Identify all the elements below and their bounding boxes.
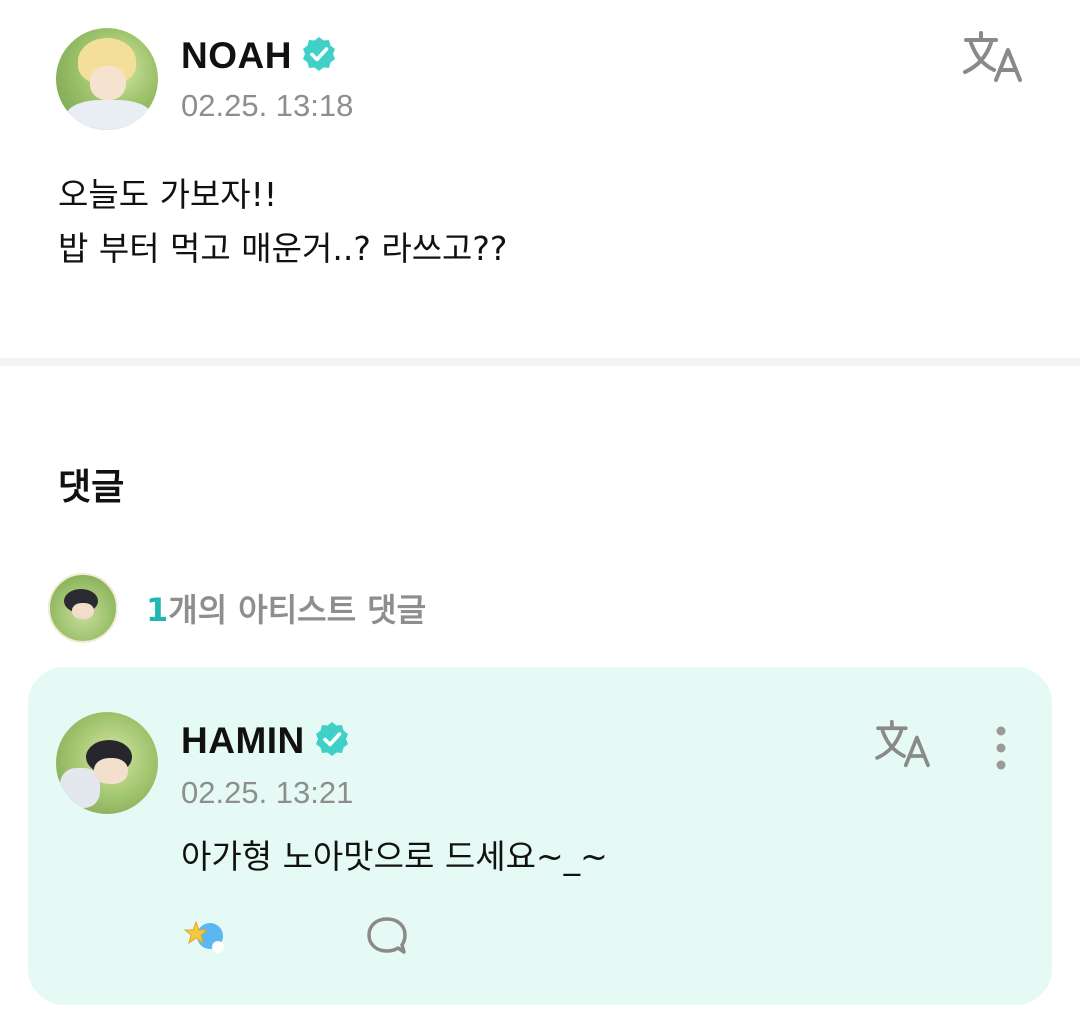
artist-comment-label: 개의 아티스트 댓글 — [168, 591, 427, 629]
avatar-face — [72, 603, 94, 619]
artist-mini-avatar — [48, 573, 118, 643]
avatar-shirt — [66, 100, 152, 130]
post-body: 오늘도 가보자!! 밥 부터 먹고 매운거..? 라쓰고?? — [58, 168, 507, 276]
more-vertical-icon[interactable] — [986, 723, 1016, 773]
avatar-face — [90, 66, 126, 100]
artist-comment-summary-text: 1개의 아티스트 댓글 — [146, 585, 426, 631]
post-body-line: 오늘도 가보자!! — [58, 175, 278, 214]
verified-badge-icon — [313, 720, 351, 762]
artist-comment-summary[interactable]: 1개의 아티스트 댓글 — [48, 572, 426, 644]
post-author-name[interactable]: NOAH — [181, 35, 292, 77]
comment-author-name[interactable]: HAMIN — [181, 720, 305, 762]
post: NOAH 02.25. 13:18 오늘도 가보자!! 밥 부터 먹고 매운거.… — [0, 0, 1080, 358]
noah-avatar[interactable] — [56, 28, 158, 130]
reply-bubble-icon[interactable] — [361, 913, 413, 959]
comment-body: 아가형 노아맛으로 드세요~_~ — [181, 837, 608, 876]
verified-badge-icon — [300, 35, 338, 77]
comment-timestamp: 02.25. 13:21 — [181, 775, 354, 810]
comment-actions — [181, 913, 413, 959]
post-body-line: 밥 부터 먹고 매운거..? 라쓰고?? — [58, 229, 508, 268]
hamin-avatar[interactable] — [56, 712, 158, 814]
translate-icon[interactable] — [872, 719, 934, 769]
translate-icon[interactable] — [960, 30, 1026, 84]
comments-heading: 댓글 — [58, 467, 125, 508]
section-divider — [0, 358, 1080, 366]
comment-author: HAMIN — [181, 717, 351, 765]
post-timestamp: 02.25. 13:18 — [181, 88, 354, 123]
avatar-face — [94, 758, 128, 784]
comment-card: HAMIN 02.25. 13:21 아가형 노아맛으로 드세요~_~ — [28, 667, 1052, 1005]
reaction-icon[interactable] — [181, 913, 233, 959]
artist-comment-count: 1 — [146, 591, 169, 629]
post-author: NOAH — [181, 34, 338, 78]
